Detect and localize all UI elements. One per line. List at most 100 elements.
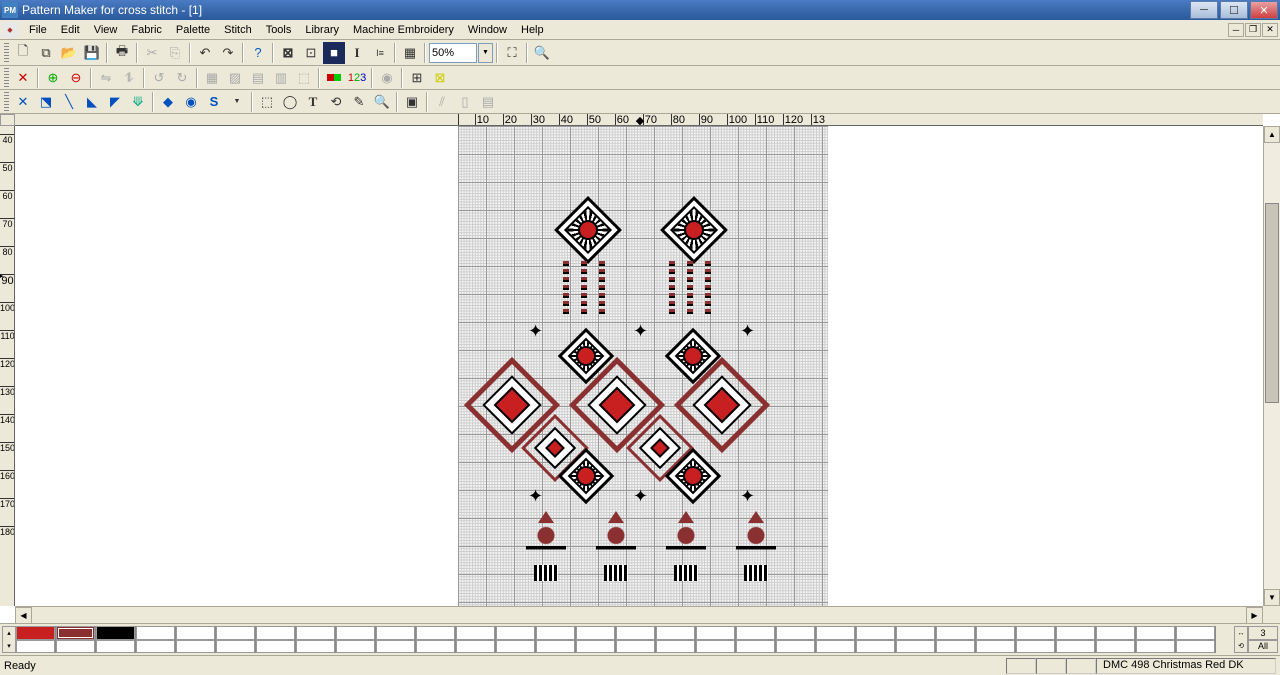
quarter-icon[interactable]: ◤ xyxy=(104,91,126,113)
palette-slot[interactable] xyxy=(896,640,935,654)
edit2-icon[interactable]: ▯ xyxy=(454,91,476,113)
close-button[interactable]: ✕ xyxy=(1250,1,1278,19)
toolbar-grip[interactable] xyxy=(4,92,9,112)
minimize-button[interactable]: ─ xyxy=(1190,1,1218,19)
palette-slot[interactable] xyxy=(856,626,895,640)
add-node-icon[interactable]: ⊕ xyxy=(42,67,64,89)
text-icon[interactable]: T xyxy=(302,91,324,113)
palette-slot[interactable] xyxy=(936,626,975,640)
palette-slot[interactable] xyxy=(1056,640,1095,654)
scroll-right-icon[interactable]: ▶ xyxy=(1246,607,1263,624)
menu-file[interactable]: File xyxy=(22,22,54,38)
scroll-up-icon[interactable]: ▲ xyxy=(1264,126,1280,143)
palette-slot[interactable] xyxy=(696,640,735,654)
layers-icon[interactable]: ⧉ xyxy=(35,42,57,64)
palette-slot[interactable] xyxy=(216,640,255,654)
scroll-thumb-v[interactable] xyxy=(1265,203,1279,403)
x-stitch-icon[interactable]: ⊠ xyxy=(277,42,299,64)
print-icon[interactable]: 🖶 xyxy=(111,42,133,64)
redo-icon[interactable]: ↷ xyxy=(217,42,239,64)
scrollbar-vertical[interactable]: ▲ ▼ xyxy=(1263,126,1280,606)
palette-slot[interactable] xyxy=(1016,626,1055,640)
cross-icon[interactable]: ✕ xyxy=(12,91,34,113)
palette-slot[interactable] xyxy=(936,640,975,654)
palette-slot[interactable] xyxy=(136,626,175,640)
palette-slot[interactable] xyxy=(496,640,535,654)
palette-slot[interactable] xyxy=(536,640,575,654)
palette-slot[interactable] xyxy=(696,626,735,640)
numbers-icon[interactable]: 123 xyxy=(346,67,368,89)
toolbar-grip[interactable] xyxy=(4,68,9,88)
palette-slot[interactable] xyxy=(896,626,935,640)
edit1-icon[interactable]: ⫽ xyxy=(431,91,453,113)
palette-slot[interactable] xyxy=(776,640,815,654)
rotate-cw-icon[interactable]: ↻ xyxy=(171,67,193,89)
palette-slot[interactable] xyxy=(816,640,855,654)
palette-slot[interactable] xyxy=(576,626,615,640)
ruler-horizontal[interactable]: 102030405060◆70809010011012013 xyxy=(0,114,1263,126)
palette-slot[interactable] xyxy=(736,626,775,640)
menu-view[interactable]: View xyxy=(87,22,125,38)
rotate-icon[interactable]: ⟲ xyxy=(325,91,347,113)
line-horiz-icon[interactable]: I≡ xyxy=(369,42,391,64)
undo-icon[interactable]: ↶ xyxy=(194,42,216,64)
cut-icon[interactable]: ✂ xyxy=(141,42,163,64)
palette-slot[interactable] xyxy=(496,626,535,640)
palette-slot[interactable] xyxy=(1176,626,1215,640)
zoom-dropdown-icon[interactable]: ▼ xyxy=(478,43,493,63)
palette-slot[interactable] xyxy=(296,640,335,654)
scroll-left-icon[interactable]: ◀ xyxy=(15,607,32,624)
menu-tools[interactable]: Tools xyxy=(259,22,299,38)
grid3-icon[interactable]: ▤ xyxy=(247,67,269,89)
palette-slot[interactable] xyxy=(736,640,775,654)
palette-slot[interactable] xyxy=(816,626,855,640)
highlight-icon[interactable]: ⊠ xyxy=(429,67,451,89)
palette-icon[interactable] xyxy=(323,67,345,89)
palette-slot[interactable] xyxy=(536,626,575,640)
palette-slot[interactable] xyxy=(576,640,615,654)
scroll-down-icon[interactable]: ▼ xyxy=(1264,589,1280,606)
palette-slot[interactable] xyxy=(856,640,895,654)
dropdown-icon[interactable]: ▼ xyxy=(226,91,248,113)
palette-slot[interactable] xyxy=(336,626,375,640)
grid2-icon[interactable]: ▨ xyxy=(224,67,246,89)
bead-icon[interactable]: ◉ xyxy=(376,67,398,89)
diag2-icon[interactable]: ◣ xyxy=(81,91,103,113)
palette-color-2[interactable] xyxy=(56,626,95,640)
fit-icon[interactable]: ⛶ xyxy=(501,42,523,64)
grid-toggle-icon[interactable]: ⊞ xyxy=(406,67,428,89)
grid4-icon[interactable]: ▥ xyxy=(270,67,292,89)
menu-window[interactable]: Window xyxy=(461,22,514,38)
zoom2-icon[interactable]: 🔍 xyxy=(371,91,393,113)
palette-slot[interactable] xyxy=(1136,640,1175,654)
menu-library[interactable]: Library xyxy=(298,22,346,38)
palette-slot[interactable] xyxy=(776,626,815,640)
toolbar-grip[interactable] xyxy=(4,43,9,63)
palette-slot[interactable] xyxy=(1096,640,1135,654)
s-icon[interactable]: S xyxy=(203,91,225,113)
menu-machine-embroidery[interactable]: Machine Embroidery xyxy=(346,22,461,38)
save-icon[interactable]: 💾 xyxy=(81,42,103,64)
palette-slot[interactable] xyxy=(176,626,215,640)
palette-slot[interactable] xyxy=(456,640,495,654)
mdi-restore-button[interactable]: ❐ xyxy=(1245,23,1261,37)
palette-slot[interactable] xyxy=(1016,640,1055,654)
design-area[interactable] xyxy=(458,126,828,606)
palette-slot[interactable] xyxy=(416,640,455,654)
flip-v-icon[interactable]: ⥮ xyxy=(118,67,140,89)
palette-slot[interactable] xyxy=(256,640,295,654)
palette-slot[interactable] xyxy=(1176,640,1215,654)
palette-info[interactable]: 3All xyxy=(1248,626,1278,653)
palette-slot[interactable] xyxy=(456,626,495,640)
canvas[interactable] xyxy=(15,126,1263,606)
layer-icon[interactable]: ▣ xyxy=(401,91,423,113)
palette-color-3[interactable] xyxy=(96,626,135,640)
palette-slot[interactable] xyxy=(976,626,1015,640)
help-icon[interactable]: ? xyxy=(247,42,269,64)
palette-slot[interactable] xyxy=(1136,626,1175,640)
menu-palette[interactable]: Palette xyxy=(169,22,217,38)
rotate-ccw-icon[interactable]: ↺ xyxy=(148,67,170,89)
palette-slot[interactable] xyxy=(656,626,695,640)
palette-nav-right[interactable]: ↔⟲ xyxy=(1234,626,1248,653)
specialty-icon[interactable]: ⟱ xyxy=(127,91,149,113)
